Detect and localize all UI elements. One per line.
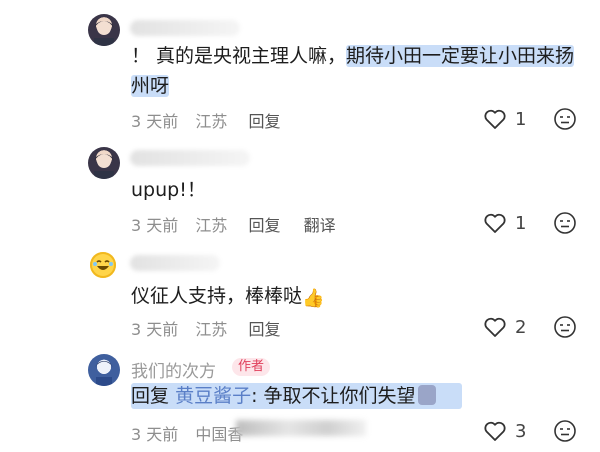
comment-location: 江苏	[195, 320, 228, 339]
sticker-icon	[417, 385, 436, 405]
translate-button[interactable]: 翻译	[304, 216, 336, 235]
author-badge: 作者	[232, 358, 271, 376]
like-count: 1	[515, 212, 527, 234]
comment-text-highlight: 期待小田一定要让小田来扬	[346, 45, 575, 67]
like-button[interactable]: 3	[483, 420, 526, 442]
avatar[interactable]	[88, 354, 120, 386]
like-button[interactable]: 2	[483, 316, 526, 338]
comment-text: 仪征人支持，棒棒哒👍	[131, 281, 324, 314]
reply-button[interactable]: 回复	[248, 112, 280, 131]
like-count: 2	[515, 316, 527, 338]
author-name[interactable]: 我们的次方	[131, 357, 216, 382]
comment-time: 3 天前	[131, 216, 179, 235]
avatar[interactable]	[88, 147, 120, 179]
avatar[interactable]	[90, 252, 116, 278]
comment-time: 3 天前	[131, 320, 179, 339]
comment-time: 3 天前	[131, 112, 179, 131]
comment-text-line2: 州呀	[131, 71, 170, 101]
username-blurred	[130, 20, 240, 36]
comment-text-highlight-line2: 州呀	[131, 75, 170, 97]
neutral-face-icon[interactable]	[553, 107, 577, 131]
heart-outline-icon	[484, 213, 506, 233]
blurred-overlay	[236, 420, 366, 436]
comment-text: ！ 真的是央视主理人嘛，期待小田一定要让小田来扬	[131, 41, 575, 71]
comment-location: 江苏	[195, 112, 228, 131]
thumbs-up-emoji: 👍	[302, 288, 325, 309]
like-count: 1	[515, 108, 527, 130]
username-blurred	[130, 255, 220, 271]
like-count: 3	[515, 420, 527, 442]
neutral-face-icon[interactable]	[553, 211, 577, 235]
heart-outline-icon	[484, 421, 506, 441]
comment-text-plain: ！ 真的是央视主理人嘛，	[131, 45, 347, 67]
reply-body: : 争取不让你们失望	[251, 385, 416, 407]
username-blurred	[130, 150, 250, 166]
reply-button[interactable]: 回复	[248, 216, 280, 235]
reply-prefix: 回复	[131, 385, 170, 407]
reply-text: 回复 黄豆酱子: 争取不让你们失望	[131, 381, 462, 411]
like-button[interactable]: 1	[483, 212, 526, 234]
neutral-face-icon[interactable]	[553, 419, 577, 443]
comment-location: 江苏	[195, 216, 228, 235]
comment-text: upup!！	[131, 179, 206, 201]
comment-time: 3 天前	[131, 425, 179, 444]
comment-text-plain: 仪征人支持，棒棒哒	[131, 285, 303, 307]
heart-outline-icon	[484, 109, 506, 129]
neutral-face-icon[interactable]	[553, 315, 577, 339]
avatar[interactable]	[88, 14, 120, 46]
reply-to-user[interactable]: 黄豆酱子	[175, 385, 251, 407]
comment-meta: 3 天前 江苏 回复	[131, 108, 295, 132]
reply-button[interactable]: 回复	[248, 320, 280, 339]
comment-meta: 3 天前 江苏 回复 翻译	[131, 212, 350, 236]
comment-meta: 3 天前 江苏 回复	[131, 316, 295, 340]
heart-outline-icon	[484, 317, 506, 337]
reply-highlight: 回复 黄豆酱子: 争取不让你们失望	[131, 383, 462, 409]
like-button[interactable]: 1	[483, 108, 526, 130]
